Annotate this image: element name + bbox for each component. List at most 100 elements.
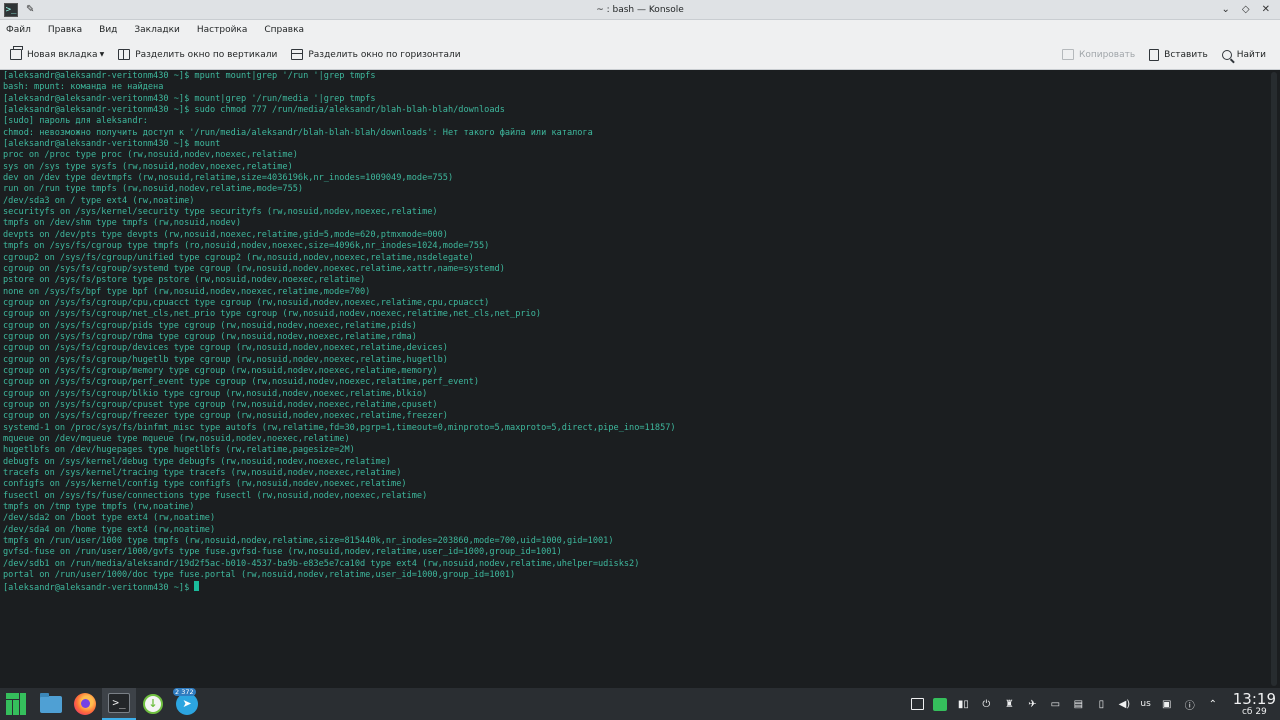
terminal-line: [aleksandr@aleksandr-veritonm430 ~]$ sud… — [3, 105, 505, 116]
terminal-line: tmpfs on /tmp type tmpfs (rw,noatime) — [3, 502, 195, 513]
audio-visualizer-icon[interactable]: ▮▯ — [956, 697, 970, 711]
firefox-icon — [74, 693, 96, 715]
split-vertical-icon — [118, 49, 131, 60]
terminal-line: systemd-1 on /proc/sys/fs/binfmt_misc ty… — [3, 422, 676, 433]
system-tray: ▮▯ ⏻ ♜ ✈ ▭ ▤ ▯ ◀) us ▣ ⓘ ⌃ 13:19 сб 29 — [910, 689, 1280, 717]
taskbar-konsole[interactable]: >_ — [102, 688, 136, 720]
expand-tray-icon[interactable]: ⌃ — [1206, 697, 1220, 711]
menu-settings[interactable]: Настройка — [197, 25, 248, 35]
terminal-line: cgroup on /sys/fs/cgroup/perf_event type… — [3, 377, 479, 388]
clock-time: 13:19 — [1232, 689, 1276, 708]
taskbar: >_ ↓ ➤ 2 372 ▮▯ ⏻ ♜ ✈ ▭ ▤ ▯ ◀) us ▣ ⓘ ⌃ … — [0, 688, 1280, 720]
terminal-line: run on /run type tmpfs (rw,nosuid,nodev,… — [3, 184, 304, 195]
terminal-line: bash: mpunt: команда не найдена — [3, 82, 164, 93]
pin-icon[interactable]: ✎ — [26, 4, 34, 15]
terminal-line: [aleksandr@aleksandr-veritonm430 ~]$ mou… — [3, 139, 221, 150]
telegram-icon: ➤ — [176, 693, 198, 715]
scrollbar[interactable] — [1271, 72, 1277, 686]
minimize-icon[interactable]: ⌄ — [1222, 4, 1230, 15]
paste-button[interactable]: Вставить — [1149, 48, 1208, 61]
menu-view[interactable]: Вид — [99, 25, 117, 35]
terminal-line: tmpfs on /run/user/1000 type tmpfs (rw,n… — [3, 536, 614, 547]
split-horizontal-icon — [291, 49, 304, 60]
terminal-line: /dev/sda2 on /boot type ext4 (rw,noatime… — [3, 513, 216, 524]
clock[interactable]: 13:19 сб 29 — [1232, 689, 1276, 717]
terminal-line: cgroup on /sys/fs/cgroup/devices type cg… — [3, 343, 448, 354]
battery-icon[interactable]: ▯ — [1094, 697, 1108, 711]
window-titlebar[interactable]: >_ ✎ ~ : bash — Konsole ⌄ ◇ ✕ — [0, 0, 1280, 20]
terminal-line: mqueue on /dev/mqueue type mqueue (rw,no… — [3, 434, 350, 444]
terminal-output: [aleksandr@aleksandr-veritonm430 ~]$ mpu… — [0, 70, 1280, 593]
power-icon[interactable]: ⏻ — [979, 697, 993, 711]
terminal-line: tmpfs on /sys/fs/cgroup type tmpfs (ro,n… — [3, 241, 490, 252]
split-vertical-label: Разделить окно по вертикали — [135, 49, 278, 60]
new-tab-icon — [10, 46, 23, 60]
terminal-line: cgroup on /sys/fs/cgroup/rdma type cgrou… — [3, 331, 417, 342]
volume-icon[interactable]: ◀) — [1117, 697, 1131, 711]
find-label: Найти — [1236, 49, 1266, 60]
keyboard-layout[interactable]: us — [1140, 699, 1150, 709]
menu-help[interactable]: Справка — [264, 25, 304, 35]
paste-icon — [1149, 48, 1160, 61]
terminal-line: cgroup on /sys/fs/cgroup/freezer type cg… — [3, 411, 448, 422]
terminal-line: proc on /proc type proc (rw,nosuid,nodev… — [3, 150, 298, 161]
paste-label: Вставить — [1164, 49, 1208, 60]
chevron-down-icon[interactable]: ▼ — [100, 51, 105, 58]
clipboard-icon[interactable]: ▤ — [1071, 697, 1085, 711]
menu-edit[interactable]: Правка — [48, 25, 82, 35]
copy-label: Копировать — [1078, 49, 1136, 60]
lamp-icon[interactable]: ♜ — [1002, 697, 1016, 711]
clipboard-manager-icon[interactable] — [933, 697, 948, 711]
terminal-view[interactable]: [aleksandr@aleksandr-veritonm430 ~]$ mpu… — [0, 70, 1280, 688]
new-tab-label: Новая вкладка — [27, 49, 98, 60]
terminal-line: cgroup on /sys/fs/cgroup/blkio type cgro… — [3, 388, 428, 399]
terminal-line: securityfs on /sys/kernel/security type … — [3, 207, 438, 218]
terminal-line: chmod: невозможно получить доступ к '/ru… — [3, 127, 593, 138]
taskbar-qbittorrent[interactable]: ↓ — [136, 688, 170, 720]
menu-bar: Файл Правка Вид Закладки Настройка Справ… — [0, 20, 1280, 40]
terminal-line: sys on /sys type sysfs (rw,nosuid,nodev,… — [3, 161, 293, 172]
taskbar-telegram[interactable]: ➤ 2 372 — [170, 688, 204, 720]
terminal-line: dev on /dev type devtmpfs (rw,nosuid,rel… — [3, 173, 454, 184]
terminal-line: configfs on /sys/kernel/config type conf… — [3, 479, 407, 490]
split-horizontal-button[interactable]: Разделить окно по горизонтали — [291, 49, 461, 60]
close-icon[interactable]: ✕ — [1262, 4, 1270, 15]
maximize-icon[interactable]: ◇ — [1242, 4, 1250, 15]
terminal-line: debugfs on /sys/kernel/debug type debugf… — [3, 456, 392, 467]
new-tab-button[interactable]: Новая вкладка ▼ — [10, 46, 105, 60]
terminal-line: cgroup on /sys/fs/cgroup/systemd type cg… — [3, 263, 505, 274]
terminal-line: none on /sys/fs/bpf type bpf (rw,nosuid,… — [3, 286, 371, 297]
notifications-icon[interactable]: ⓘ — [1183, 697, 1197, 712]
terminal-line: cgroup on /sys/fs/cgroup/pids type cgrou… — [3, 320, 417, 331]
app-launcher[interactable] — [0, 688, 34, 720]
terminal-line: cgroup on /sys/fs/cgroup/cpuset type cgr… — [3, 399, 438, 410]
terminal-line: tmpfs on /dev/shm type tmpfs (rw,nosuid,… — [3, 218, 241, 229]
window-title: ~ : bash — Konsole — [596, 4, 684, 15]
terminal-line: tracefs on /sys/kernel/tracing type trac… — [3, 468, 402, 479]
terminal-line: devpts on /dev/pts type devpts (rw,nosui… — [3, 229, 448, 240]
taskbar-firefox[interactable] — [68, 688, 102, 720]
terminal-icon: >_ — [108, 693, 130, 713]
menu-bookmarks[interactable]: Закладки — [134, 25, 180, 35]
konsole-app-icon[interactable]: >_ — [4, 2, 18, 17]
network-icon[interactable]: ▣ — [1160, 697, 1174, 711]
terminal-line: /dev/sda4 on /home type ext4 (rw,noatime… — [3, 524, 216, 535]
monitor-icon[interactable]: ▭ — [1048, 697, 1062, 711]
terminal-line: cgroup2 on /sys/fs/cgroup/unified type c… — [3, 252, 474, 263]
terminal-line: cgroup on /sys/fs/cgroup/memory type cgr… — [3, 365, 438, 376]
download-icon: ↓ — [143, 694, 163, 714]
terminal-line: [sudo] пароль для aleksandr: — [3, 116, 148, 127]
folder-icon — [40, 692, 62, 713]
show-desktop-icon[interactable] — [910, 697, 924, 711]
toolbar: Новая вкладка ▼ Разделить окно по вертик… — [0, 40, 1280, 70]
split-vertical-button[interactable]: Разделить окно по вертикали — [118, 49, 277, 60]
copy-button[interactable]: Копировать — [1061, 49, 1136, 60]
taskbar-file-manager[interactable] — [34, 688, 68, 720]
terminal-cursor — [194, 581, 200, 592]
menu-file[interactable]: Файл — [6, 25, 31, 35]
terminal-line: cgroup on /sys/fs/cgroup/hugetlb type cg… — [3, 354, 448, 365]
telegram-tray-icon[interactable]: ✈ — [1025, 697, 1039, 711]
scrollbar-thumb[interactable] — [1271, 72, 1277, 686]
find-button[interactable]: Найти — [1221, 49, 1266, 60]
terminal-line: [aleksandr@aleksandr-veritonm430 ~]$ — [3, 581, 1280, 593]
